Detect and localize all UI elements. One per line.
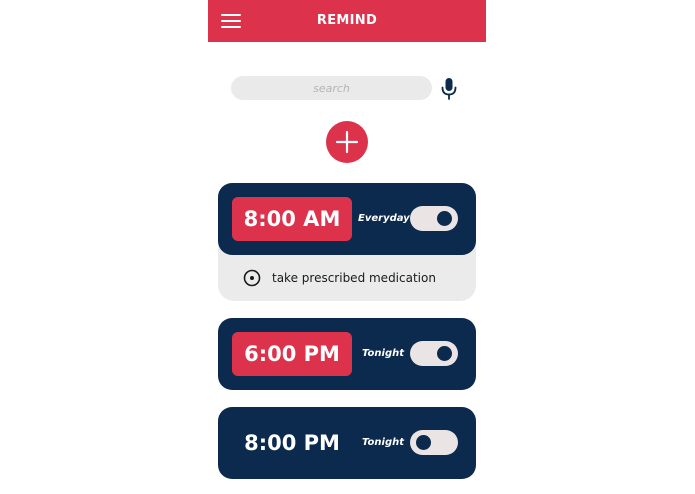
reminder-toggle[interactable] — [410, 430, 458, 455]
add-reminder-button[interactable] — [326, 121, 368, 163]
app-screen: REMIND 8:00 AM Everyday — [208, 0, 486, 494]
toggle-knob — [437, 211, 452, 226]
reminder-task-row[interactable]: take prescribed medication — [218, 255, 476, 301]
hamburger-menu-icon[interactable] — [221, 14, 241, 29]
app-title: REMIND — [316, 13, 378, 28]
reminder-toggle[interactable] — [410, 341, 458, 366]
plus-icon — [335, 130, 359, 154]
radio-selected-icon[interactable] — [243, 269, 261, 287]
reminder-task-label: take prescribed medication — [272, 271, 436, 285]
reminder-card-expanded[interactable]: 8:00 AM Everyday take prescribed medicat… — [218, 183, 476, 301]
toggle-knob — [416, 435, 431, 450]
reminder-time[interactable]: 8:00 AM — [232, 197, 352, 241]
reminder-time[interactable]: 6:00 PM — [232, 332, 352, 376]
reminder-card-header: 8:00 AM Everyday — [218, 183, 476, 255]
microphone-icon[interactable] — [440, 77, 458, 101]
reminder-frequency: Tonight — [362, 348, 405, 359]
reminder-frequency: Everyday — [358, 213, 410, 224]
reminder-toggle[interactable] — [410, 206, 458, 231]
app-header: REMIND — [208, 0, 486, 42]
reminder-time[interactable]: 8:00 PM — [232, 421, 352, 465]
toggle-knob — [437, 346, 452, 361]
reminder-card[interactable]: 6:00 PM Tonight — [218, 318, 476, 390]
reminder-frequency: Tonight — [362, 437, 405, 448]
reminder-card[interactable]: 8:00 PM Tonight — [218, 407, 476, 479]
search-input[interactable] — [231, 76, 432, 100]
